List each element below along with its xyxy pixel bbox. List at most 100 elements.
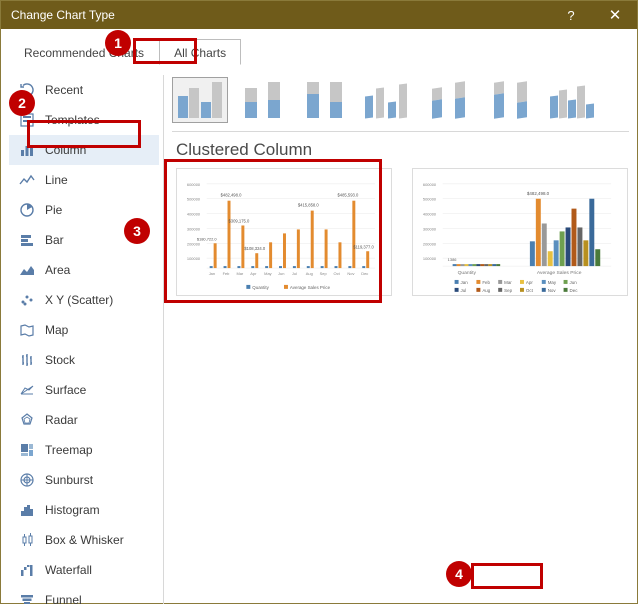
tab-recommended-charts[interactable]: Recommended Charts [9,39,159,65]
svg-text:Mar: Mar [236,271,243,276]
svg-text:500000: 500000 [423,197,437,202]
sidebar-item-label: X Y (Scatter) [45,293,113,307]
sidebar-item-pie[interactable]: Pie [9,195,159,225]
sidebar-item-radar[interactable]: Radar [9,405,159,435]
vertical-divider [163,75,164,604]
sidebar-item-label: Funnel [45,593,82,604]
column-icon [19,142,35,158]
sidebar-item-templates[interactable]: Templates [9,105,159,135]
svg-text:Aug: Aug [306,271,313,276]
area-icon [19,262,35,278]
bar-icon [19,232,35,248]
sidebar-item-label: Histogram [45,503,100,517]
svg-text:Average Sales Price: Average Sales Price [537,270,582,276]
subtype-stacked-column[interactable] [234,77,290,123]
svg-text:Apr: Apr [250,271,257,276]
sidebar-item-scatter[interactable]: X Y (Scatter) [9,285,159,315]
sidebar-item-histogram[interactable]: Histogram [9,495,159,525]
stock-icon [19,352,35,368]
sidebar-item-label: Templates [45,113,100,127]
svg-text:Nov: Nov [347,271,354,276]
svg-text:Jun: Jun [278,271,284,276]
subtype-3d-column[interactable] [544,77,600,123]
chart-previews: 600000 500000 400000 300000 200000 10000… [172,168,629,296]
svg-text:200000: 200000 [187,241,201,246]
svg-text:May: May [548,280,557,285]
sidebar-item-stock[interactable]: Stock [9,345,159,375]
svg-text:1386: 1386 [448,257,458,262]
svg-text:$309,175.0: $309,175.0 [229,218,250,223]
svg-text:Feb: Feb [223,271,231,276]
change-chart-type-dialog: 1 2 3 4 Change Chart Type ? ✕ Recommende… [0,0,638,604]
chart-preview-2[interactable]: 600000 500000 400000 300000 200000 10000… [412,168,628,296]
surface-icon [19,382,35,398]
help-button[interactable]: ? [549,1,593,29]
window-title: Change Chart Type [1,8,549,22]
sidebar-item-sunburst[interactable]: Sunburst [9,465,159,495]
sidebar-item-line[interactable]: Line [9,165,159,195]
sidebar-item-label: Area [45,263,70,277]
svg-text:300000: 300000 [423,226,437,231]
box-icon [19,532,35,548]
svg-text:$119,377.0: $119,377.0 [353,244,374,249]
sidebar-item-label: Radar [45,413,78,427]
tab-strip: Recommended Charts All Charts [1,29,637,65]
sidebar-item-label: Stock [45,353,75,367]
sidebar-item-waterfall[interactable]: Waterfall [9,555,159,585]
sidebar-item-map[interactable]: Map [9,315,159,345]
svg-text:600000: 600000 [423,182,437,187]
svg-text:Jun: Jun [570,280,578,285]
chart-preview-1[interactable]: 600000 500000 400000 300000 200000 10000… [176,168,392,296]
tab-all-charts[interactable]: All Charts [159,39,241,65]
svg-text:$482,498.0: $482,498.0 [221,193,242,198]
svg-text:Average Sales Price: Average Sales Price [290,285,331,290]
dialog-body: Recent Templates Column Line Pie Bar [1,65,637,604]
titlebar: Change Chart Type ? ✕ [1,1,637,29]
svg-text:100000: 100000 [423,256,437,261]
radar-icon [19,412,35,428]
subtype-3d-100-stacked-column[interactable] [482,77,538,123]
svg-text:Sep: Sep [504,288,512,293]
svg-text:Oct: Oct [526,288,534,293]
pie-icon [19,202,35,218]
svg-text:Sep: Sep [320,271,328,276]
histogram-icon [19,502,35,518]
sidebar-item-surface[interactable]: Surface [9,375,159,405]
subtype-clustered-column[interactable] [172,77,228,123]
svg-text:100000: 100000 [187,256,201,261]
chart-main-panel: Clustered Column 600000 500000 400000 [172,73,629,604]
subtype-3d-stacked-column[interactable] [420,77,476,123]
svg-text:Quantity: Quantity [252,285,269,290]
scatter-icon [19,292,35,308]
sidebar-item-label: Sunburst [45,473,93,487]
sidebar-item-column[interactable]: Column [9,135,159,165]
sidebar-item-label: Treemap [45,443,93,457]
svg-text:Oct: Oct [334,271,341,276]
svg-text:$108,324.0: $108,324.0 [244,246,265,251]
svg-text:Nov: Nov [548,288,557,293]
column-subtype-row [172,73,629,131]
sidebar-item-treemap[interactable]: Treemap [9,435,159,465]
subtype-100-stacked-column[interactable] [296,77,352,123]
svg-text:$485,593.0: $485,593.0 [337,193,358,198]
svg-text:$482,498.0: $482,498.0 [527,191,550,196]
subtype-3d-clustered-column[interactable] [358,77,414,123]
svg-text:Jan: Jan [461,280,469,285]
svg-text:600000: 600000 [187,182,201,187]
sidebar-item-bar[interactable]: Bar [9,225,159,255]
svg-text:400000: 400000 [423,212,437,217]
waterfall-icon [19,562,35,578]
sidebar-item-label: Pie [45,203,62,217]
sidebar-item-recent[interactable]: Recent [9,75,159,105]
close-button[interactable]: ✕ [593,1,637,29]
svg-text:Mar: Mar [504,280,512,285]
svg-text:500000: 500000 [187,197,201,202]
sidebar-item-label: Line [45,173,68,187]
sidebar-item-area[interactable]: Area [9,255,159,285]
sidebar-item-funnel[interactable]: Funnel [9,585,159,604]
svg-text:Feb: Feb [482,280,490,285]
sidebar-item-label: Box & Whisker [45,533,124,547]
svg-text:Jul: Jul [292,271,297,276]
sidebar-item-box-whisker[interactable]: Box & Whisker [9,525,159,555]
svg-text:200000: 200000 [423,241,437,246]
